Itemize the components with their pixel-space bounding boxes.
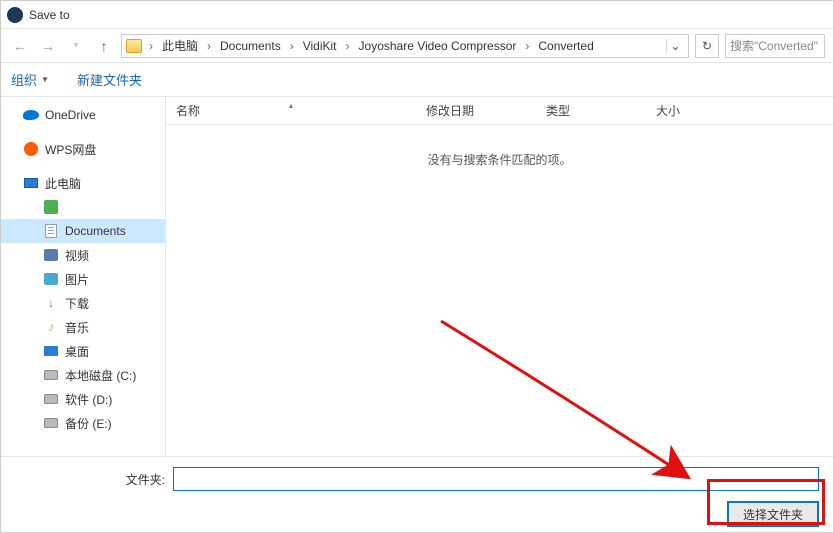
breadcrumb-item[interactable]: VidiKit [299,37,341,55]
sidebar-label: OneDrive [45,108,96,122]
chevron-right-icon: › [522,39,532,53]
sidebar-item-disk-d[interactable]: 软件 (D:) [1,387,165,411]
chevron-down-icon: ▼ [41,75,49,84]
onedrive-icon [23,110,39,120]
sidebar-item-pictures[interactable]: 图片 [1,267,165,291]
column-headers: 名称 ▴ 修改日期 类型 大小 [166,97,833,125]
download-icon: ↓ [43,295,59,311]
app-square-icon [44,200,58,214]
sidebar-item-downloads[interactable]: ↓ 下载 [1,291,165,315]
sidebar-label: 音乐 [65,319,89,336]
disk-icon [44,394,58,404]
search-input[interactable]: 搜索"Converted" [725,34,825,58]
sidebar-item-disk-c[interactable]: 本地磁盘 (C:) [1,363,165,387]
chevron-right-icon: › [146,39,156,53]
up-button[interactable]: ↑ [93,35,115,57]
sidebar-label: Documents [65,224,126,238]
sidebar-label: 桌面 [65,343,89,360]
organize-menu[interactable]: 组织 ▼ [11,70,49,89]
picture-icon [44,273,58,285]
disk-icon [44,370,58,380]
chevron-right-icon: › [204,39,214,53]
column-size[interactable]: 大小 [646,102,726,119]
sidebar-item-thispc[interactable]: 此电脑 [1,171,165,195]
sidebar-label: 视频 [65,247,89,264]
sidebar-item-disk-e[interactable]: 备份 (E:) [1,411,165,435]
window-title: Save to [29,8,70,22]
breadcrumb-dropdown[interactable]: ⌄ [666,39,684,53]
sidebar-label: 本地磁盘 (C:) [65,367,136,384]
search-placeholder: 搜索"Converted" [730,37,818,54]
sidebar: OneDrive WPS网盘 此电脑 Documents 视频 图片 [1,97,166,456]
folder-icon [126,39,142,53]
select-folder-label: 选择文件夹 [743,506,803,523]
column-name[interactable]: 名称 ▴ [166,102,416,119]
sidebar-label: 图片 [65,271,89,288]
sort-asc-icon: ▴ [289,101,293,110]
sidebar-label: 备份 (E:) [65,415,112,432]
video-icon [44,249,58,261]
pc-icon [24,178,38,188]
new-folder-button[interactable]: 新建文件夹 [77,70,142,89]
bottom-panel: 文件夹: 选择文件夹 [1,456,833,532]
new-folder-label: 新建文件夹 [77,70,142,89]
breadcrumb[interactable]: › 此电脑 › Documents › VidiKit › Joyoshare … [121,34,689,58]
main: OneDrive WPS网盘 此电脑 Documents 视频 图片 [1,97,833,456]
disk-icon [44,418,58,428]
chevron-right-icon: › [343,39,353,53]
folder-label: 文件夹: [15,471,165,488]
back-button[interactable]: ← [9,35,31,57]
sidebar-item-desktop[interactable]: 桌面 [1,339,165,363]
breadcrumb-item[interactable]: Joyoshare Video Compressor [355,37,521,55]
refresh-button[interactable]: ↻ [695,34,719,58]
sidebar-item-documents[interactable]: Documents [1,219,165,243]
sidebar-item-onedrive[interactable]: OneDrive [1,103,165,127]
document-icon [45,224,57,238]
wps-icon [24,142,38,156]
toolbar: 组织 ▼ 新建文件夹 [1,63,833,97]
chevron-right-icon: › [287,39,297,53]
sidebar-label: WPS网盘 [45,141,96,158]
music-icon: ♪ [43,319,59,335]
titlebar: Save to [1,1,833,29]
organize-label: 组织 [11,70,37,89]
sidebar-label: 软件 (D:) [65,391,112,408]
sidebar-item-music[interactable]: ♪ 音乐 [1,315,165,339]
desktop-icon [44,346,58,356]
file-list: 名称 ▴ 修改日期 类型 大小 没有与搜索条件匹配的项。 [166,97,833,456]
sidebar-item-green[interactable] [1,195,165,219]
forward-button[interactable]: → [37,35,59,57]
navbar: ← → ▾ ↑ › 此电脑 › Documents › VidiKit › Jo… [1,29,833,63]
select-folder-button[interactable]: 选择文件夹 [727,501,819,527]
column-date[interactable]: 修改日期 [416,102,536,119]
empty-message: 没有与搜索条件匹配的项。 [166,125,833,168]
sidebar-label: 此电脑 [45,175,81,192]
folder-input[interactable] [173,467,819,491]
breadcrumb-item[interactable]: Converted [534,37,597,55]
app-icon [7,7,23,23]
sidebar-label: 下载 [65,295,89,312]
sidebar-item-wps[interactable]: WPS网盘 [1,137,165,161]
column-type[interactable]: 类型 [536,102,646,119]
breadcrumb-item[interactable]: 此电脑 [158,35,202,56]
sidebar-item-videos[interactable]: 视频 [1,243,165,267]
breadcrumb-item[interactable]: Documents [216,37,285,55]
